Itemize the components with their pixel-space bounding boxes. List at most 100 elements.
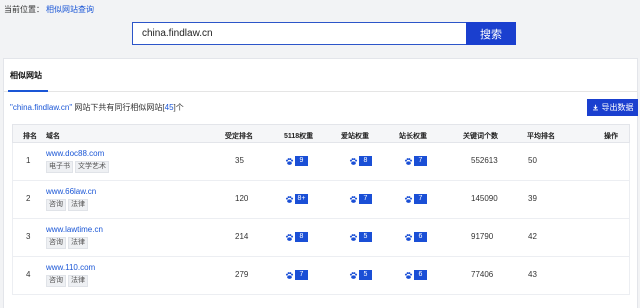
paw-icon [349, 233, 358, 241]
weight-5118-badge[interactable]: 9 [285, 156, 308, 166]
avg-rank-cell: 43 [528, 270, 537, 279]
rank-cell: 3 [26, 232, 31, 241]
rank-cell: 1 [26, 156, 31, 165]
aizhan-weight-value: 7 [359, 194, 372, 204]
category-tag: 法律 [68, 275, 88, 287]
aizhan-weight-badge[interactable]: 5 [349, 232, 372, 242]
domain-link[interactable]: www.lawtime.cn [46, 225, 103, 234]
rank-cell: 2 [26, 194, 31, 203]
category-tag: 文学艺术 [75, 161, 109, 173]
header-avg-rank: 平均排名 [527, 133, 555, 140]
domain-link[interactable]: www.doc88.com [46, 149, 104, 158]
paw-icon [285, 271, 294, 279]
aizhan-weight-value: 5 [359, 270, 372, 280]
zhanzhang-weight-badge[interactable]: 7 [404, 156, 427, 166]
weight-5118-badge[interactable]: 8 [285, 232, 308, 242]
zhanzhang-weight-badge[interactable]: 6 [404, 232, 427, 242]
paw-icon [404, 233, 413, 241]
category-tag: 咨询 [46, 237, 66, 249]
weight-5118-value: 8 [295, 232, 308, 242]
header-indexed: 受定排名 [225, 133, 253, 140]
breadcrumb: 当前位置： 相似网站查询 [4, 4, 94, 15]
category-tag: 法律 [68, 237, 88, 249]
breadcrumb-label: 当前位置： [4, 5, 44, 14]
paw-icon [404, 271, 413, 279]
category-tag: 咨询 [46, 199, 66, 211]
tab-active-indicator [8, 90, 48, 92]
breadcrumb-link[interactable]: 相似网站查询 [46, 5, 94, 14]
table-body: 1 www.doc88.com 电子书 文学艺术 35 9 8 7 552613 … [12, 143, 630, 295]
table-row: 3 www.lawtime.cn 咨询 法律 214 8 5 6 91790 42 [12, 219, 630, 257]
tab-bar: 相似网站 [4, 59, 637, 92]
results-panel: 相似网站 "china.findlaw.cn" 网站下共有同行相似网站[45]个… [3, 58, 638, 308]
paw-icon [285, 195, 294, 203]
indexed-cell: 214 [235, 232, 249, 241]
search-input[interactable] [132, 22, 466, 45]
domain-cell: www.110.com 咨询 法律 [46, 263, 95, 287]
summary-middle: 网站下共有同行相似网站[ [72, 103, 165, 112]
paw-icon [349, 271, 358, 279]
zhanzhang-weight-value: 6 [414, 232, 427, 242]
aizhan-weight-value: 8 [359, 156, 372, 166]
header-rank: 排名 [23, 133, 37, 140]
summary-count: 45 [164, 103, 174, 112]
search-button[interactable]: 搜索 [466, 22, 516, 45]
similar-sites-table: 排名 域名 受定排名 5118权重 爱站权重 站长权重 关键词个数 平均排名 操… [12, 124, 630, 295]
table-row: 2 www.66law.cn 咨询 法律 120 8+ 7 7 145090 39 [12, 181, 630, 219]
tag-list: 咨询 法律 [46, 199, 96, 211]
domain-cell: www.lawtime.cn 咨询 法律 [46, 225, 103, 249]
table-row: 1 www.doc88.com 电子书 文学艺术 35 9 8 7 552613 … [12, 143, 630, 181]
aizhan-weight-badge[interactable]: 5 [349, 270, 372, 280]
weight-5118-value: 7 [295, 270, 308, 280]
zhanzhang-weight-badge[interactable]: 7 [404, 194, 427, 204]
avg-rank-cell: 50 [528, 156, 537, 165]
paw-icon [404, 157, 413, 165]
keywords-cell: 77406 [471, 270, 494, 279]
avg-rank-cell: 42 [528, 232, 537, 241]
domain-cell: www.doc88.com 电子书 文学艺术 [46, 149, 111, 173]
tab-similar-sites[interactable]: 相似网站 [10, 70, 42, 81]
tag-list: 电子书 文学艺术 [46, 161, 111, 173]
header-action: 操作 [604, 133, 618, 140]
indexed-cell: 279 [235, 270, 249, 279]
keywords-cell: 145090 [471, 194, 498, 203]
table-header: 排名 域名 受定排名 5118权重 爱站权重 站长权重 关键词个数 平均排名 操… [12, 124, 630, 143]
indexed-cell: 35 [235, 156, 244, 165]
zhanzhang-weight-value: 6 [414, 270, 427, 280]
result-summary: "china.findlaw.cn" 网站下共有同行相似网站[45]个 [10, 102, 184, 113]
domain-cell: www.66law.cn 咨询 法律 [46, 187, 96, 211]
paw-icon [349, 195, 358, 203]
header-zhanzhang-weight: 站长权重 [399, 133, 427, 140]
zhanzhang-weight-badge[interactable]: 6 [404, 270, 427, 280]
zhanzhang-weight-value: 7 [414, 156, 427, 166]
aizhan-weight-badge[interactable]: 7 [349, 194, 372, 204]
summary-domain: "china.findlaw.cn" [10, 103, 73, 112]
avg-rank-cell: 39 [528, 194, 537, 203]
category-tag: 电子书 [46, 161, 73, 173]
aizhan-weight-value: 5 [359, 232, 372, 242]
indexed-cell: 120 [235, 194, 249, 203]
header-aizhan-weight: 爱站权重 [341, 133, 369, 140]
weight-5118-value: 9 [295, 156, 308, 166]
table-row: 4 www.110.com 咨询 法律 279 7 5 6 77406 43 [12, 257, 630, 295]
zhanzhang-weight-value: 7 [414, 194, 427, 204]
search-bar: 搜索 [132, 22, 516, 45]
summary-tail: ]个 [173, 103, 184, 112]
category-tag: 法律 [68, 199, 88, 211]
paw-icon [404, 195, 413, 203]
aizhan-weight-badge[interactable]: 8 [349, 156, 372, 166]
export-label: 导出数据 [601, 103, 634, 112]
domain-link[interactable]: www.110.com [46, 263, 95, 272]
paw-icon [349, 157, 358, 165]
rank-cell: 4 [26, 270, 31, 279]
keywords-cell: 552613 [471, 156, 498, 165]
tag-list: 咨询 法律 [46, 237, 103, 249]
weight-5118-badge[interactable]: 7 [285, 270, 308, 280]
domain-link[interactable]: www.66law.cn [46, 187, 96, 196]
weight-5118-badge[interactable]: 8+ [285, 194, 308, 204]
paw-icon [285, 157, 294, 165]
header-domain: 域名 [46, 133, 60, 140]
category-tag: 咨询 [46, 275, 66, 287]
export-button[interactable]: 导出数据 [587, 99, 638, 116]
header-5118-weight: 5118权重 [284, 133, 314, 140]
